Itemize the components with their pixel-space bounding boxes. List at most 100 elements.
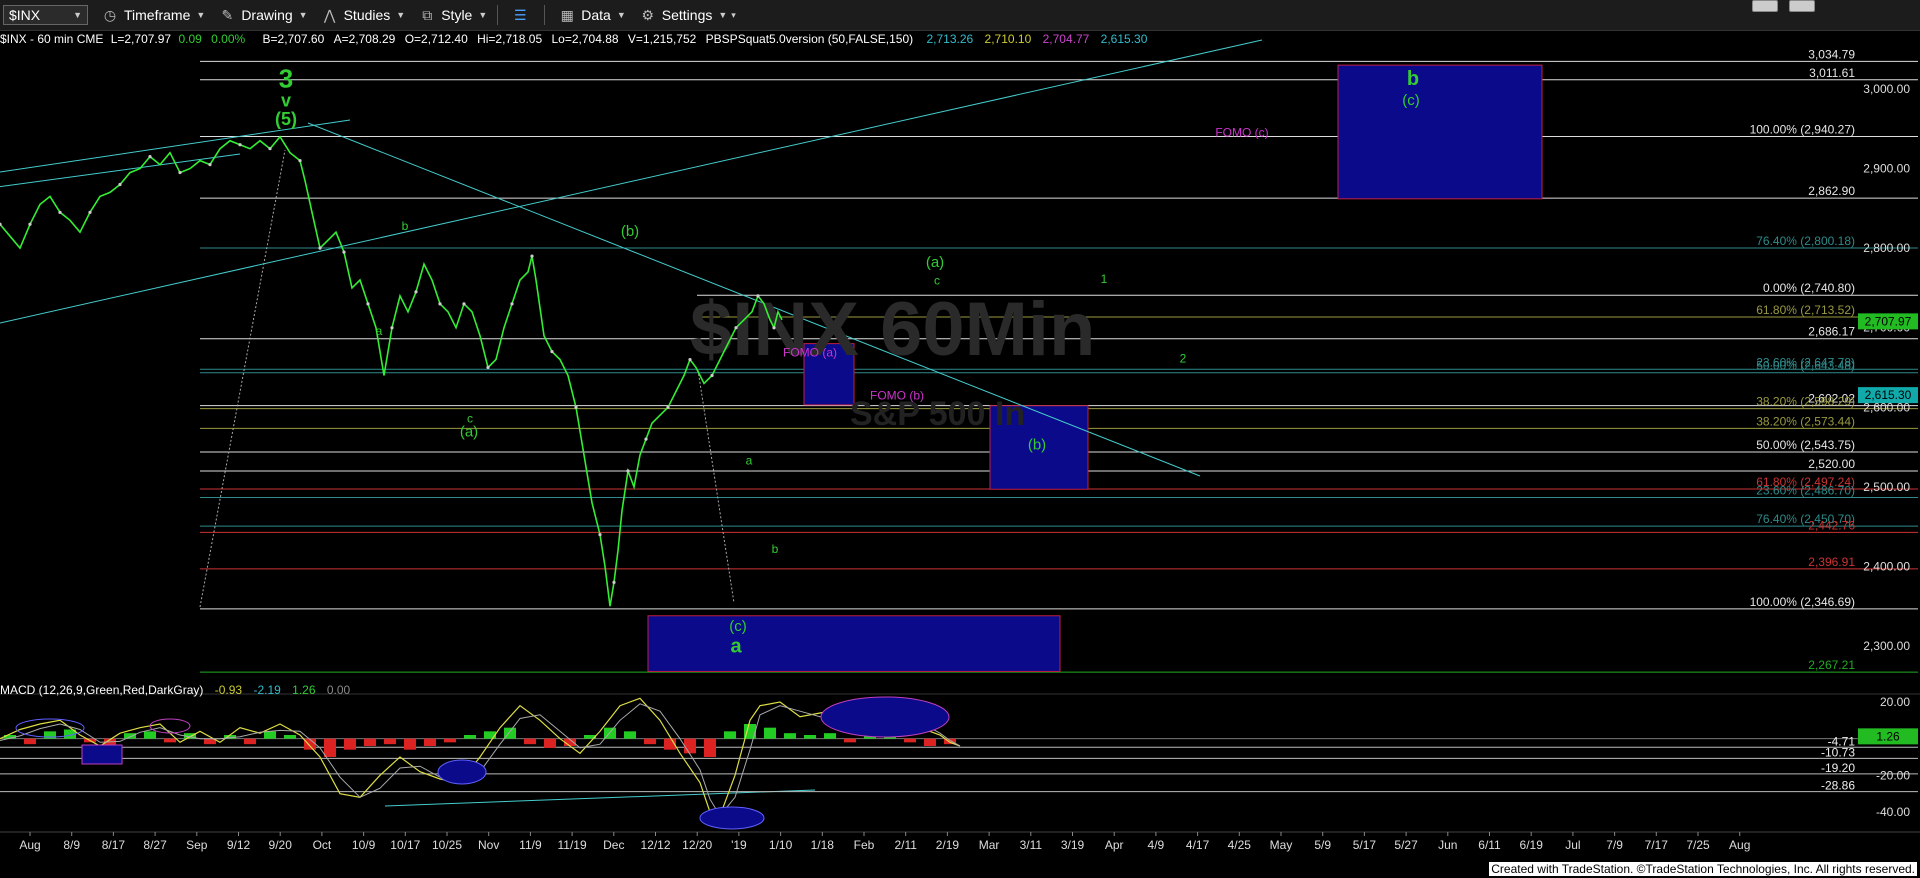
level-label: 2,520.00 — [1808, 457, 1855, 471]
price-bar-marker — [710, 373, 714, 378]
x-tick-label: 8/27 — [143, 838, 167, 852]
level-label: 2,442.76 — [1808, 518, 1855, 532]
price-bar-marker — [366, 302, 370, 306]
price-bar-marker — [208, 162, 212, 167]
macd-histogram-bar — [124, 733, 136, 739]
price-bar-marker — [238, 143, 242, 147]
x-tick-label: 11/19 — [558, 838, 587, 852]
x-tick-label: 2/19 — [936, 838, 960, 852]
wave-label: FOMO (c) — [1215, 126, 1268, 140]
macd-histogram-bar — [904, 738, 916, 743]
x-tick-label: 5/17 — [1353, 838, 1377, 852]
ask-price: A=2,708.29 — [333, 32, 396, 46]
price-bar-marker — [510, 302, 514, 306]
level-label: 50.00% (2,543.75) — [1756, 438, 1855, 452]
price-bar-marker — [612, 580, 616, 584]
price-bar-marker — [342, 250, 346, 254]
price-bar-marker — [772, 326, 776, 330]
macd-histogram-bar — [924, 738, 936, 746]
price-bar-marker — [58, 210, 62, 214]
trendline-channel — [0, 39, 1263, 324]
price-bar-marker — [414, 290, 418, 294]
price-tick-label: 2,500.00 — [1863, 480, 1910, 494]
macd-label: MACD (12,26,9,Green,Red,DarkGray) — [0, 683, 204, 697]
macd-histogram-bar — [464, 735, 476, 739]
wave-label: a — [746, 454, 753, 468]
open-price: O=2,712.40 — [404, 32, 468, 46]
x-tick-label: 4/25 — [1228, 838, 1252, 852]
price-chart[interactable]: 3,034.79 3,011.61 100.00% (2,940.27) 2,862.… — [0, 0, 1920, 878]
macd-value-3: 1.26 — [292, 683, 316, 697]
macd-level-label: -10.73 — [1821, 745, 1855, 759]
divergence-oval — [699, 806, 765, 830]
x-tick-label: Mar — [979, 838, 1000, 852]
macd-histogram-bar — [444, 738, 456, 743]
macd-histogram-bar — [284, 735, 296, 739]
wave-label: v — [281, 91, 291, 111]
wave-label: (c) — [729, 618, 747, 635]
macd-level-label: -28.86 — [1821, 779, 1855, 793]
x-tick-label: 2/11 — [894, 838, 917, 852]
x-tick-label: 10/25 — [432, 838, 462, 852]
price-bar-marker — [390, 326, 394, 330]
x-tick-label: Aug — [19, 838, 40, 852]
x-tick-label: 1/10 — [769, 838, 793, 852]
macd-tick-label: -40.00 — [1876, 805, 1910, 819]
price-bar-marker — [438, 302, 442, 306]
level-label: 76.40% (2,800.18) — [1756, 234, 1855, 248]
wave-label: FOMO (a) — [783, 345, 837, 359]
wave-label: FOMO (b) — [870, 388, 924, 402]
price-bar-marker — [626, 469, 630, 473]
macd-histogram-bar — [724, 731, 736, 739]
x-tick-label: Jun — [1438, 838, 1457, 852]
price-bar-marker — [688, 357, 692, 362]
change-value: 0.09 — [178, 32, 202, 46]
x-tick-label: Apr — [1105, 838, 1124, 852]
target-box-b — [1337, 64, 1543, 200]
price-tick-label: 3,000.00 — [1863, 82, 1910, 96]
chart-header: $INX - 60 min CME L=2,707.97 0.09 0.00% … — [0, 32, 1147, 46]
macd-header: MACD (12,26,9,Green,Red,DarkGray) -0.93 … — [0, 683, 350, 697]
macd-histogram-bar — [544, 738, 556, 748]
price-bar-marker — [734, 326, 738, 330]
wave-connector — [697, 369, 735, 604]
macd-histogram-bar — [404, 738, 416, 750]
wave-label: (b) — [621, 223, 639, 240]
x-tick-label: 3/19 — [1061, 838, 1085, 852]
macd-tick-label: -20.00 — [1876, 768, 1910, 782]
bid-price: B=2,707.60 — [262, 32, 325, 46]
macd-histogram-bar — [524, 738, 536, 745]
price-bar-marker — [178, 170, 182, 175]
wave-label: (c) — [1402, 92, 1420, 109]
last-price: L=2,707.97 — [110, 32, 172, 46]
macd-histogram-bar — [484, 731, 496, 739]
price-bar-marker — [486, 365, 490, 370]
wave-label: a — [730, 635, 742, 657]
price-bar-marker — [574, 405, 578, 409]
wave-connector — [199, 149, 286, 608]
level-label: 2,862.90 — [1808, 184, 1855, 198]
signal-line — [0, 703, 961, 817]
x-tick-label: 10/17 — [390, 838, 420, 852]
level-label: 61.80% (2,713.52) — [1756, 303, 1855, 317]
macd-histogram-bar — [824, 733, 836, 739]
x-tick-label: 5/27 — [1394, 838, 1418, 852]
x-tick-label: Sep — [186, 838, 208, 852]
change-percent: 0.00% — [211, 32, 246, 46]
price-bar-marker — [666, 405, 670, 409]
macd-histogram-bar — [244, 738, 256, 745]
level-label: 2,396.91 — [1808, 555, 1855, 569]
wave-label: 2 — [1180, 352, 1187, 366]
price-bar-marker — [118, 182, 122, 187]
x-tick-label: Jul — [1565, 838, 1580, 852]
price-bar-marker — [298, 159, 302, 163]
x-tick-label: 1/18 — [811, 838, 835, 852]
x-tick-label: Oct — [313, 838, 332, 852]
last-price-label: 2,707.97 — [1865, 314, 1912, 328]
macd-histogram-bar — [684, 738, 696, 754]
macd-histogram-bar — [384, 738, 396, 745]
price-bar-marker — [550, 349, 554, 354]
macd-histogram-bar — [644, 738, 656, 745]
x-tick-label: May — [1270, 838, 1293, 852]
price-bar-marker — [318, 246, 322, 250]
